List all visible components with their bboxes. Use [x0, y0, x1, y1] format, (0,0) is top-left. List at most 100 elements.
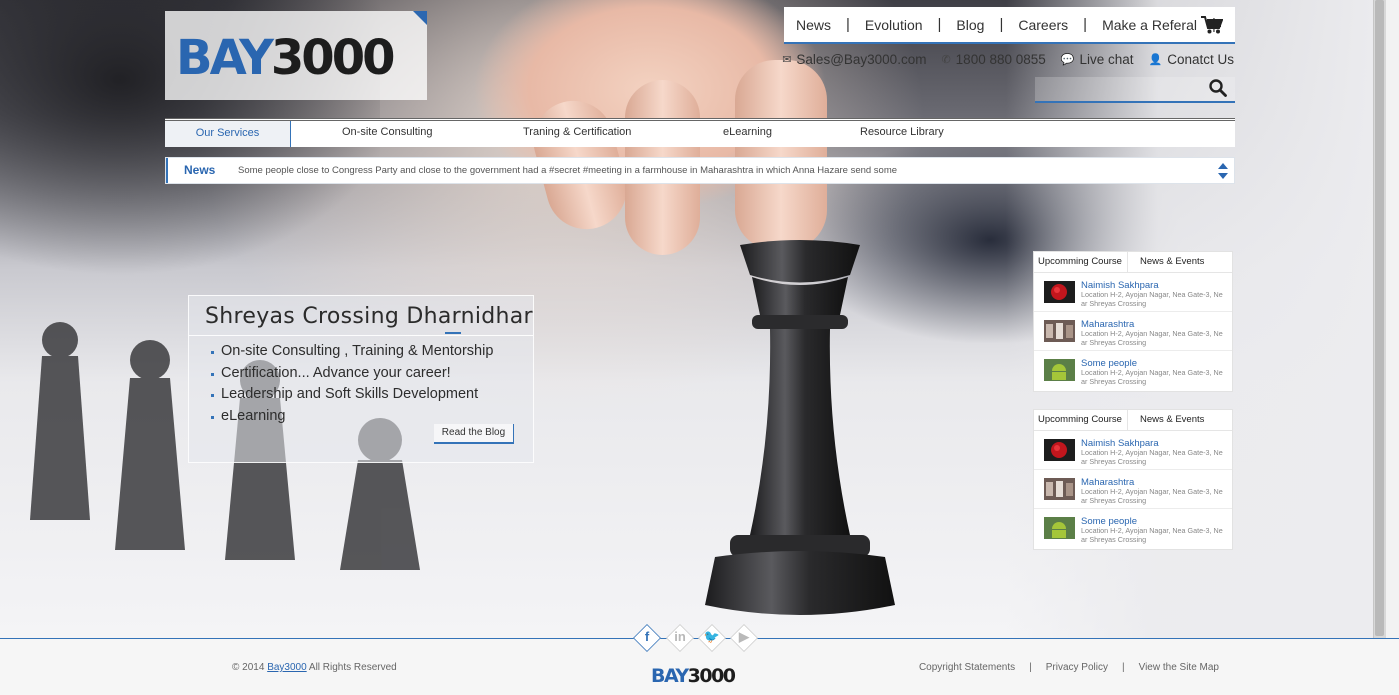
- twitter-icon[interactable]: 🐦: [698, 624, 726, 652]
- crowd-thumbnail: [1044, 478, 1075, 500]
- entry-location: Location H-2, Ayojan Nagar, Nea Gate-3, …: [1081, 448, 1223, 466]
- logo-corner-accent: [413, 11, 427, 25]
- twitter-glyph: 🐦: [703, 629, 721, 644]
- copyright-suffix: All Rights Reserved: [308, 662, 397, 673]
- envelope-icon: ✉: [782, 54, 792, 66]
- list-item[interactable]: Some people Location H-2, Ayojan Nagar, …: [1034, 351, 1232, 390]
- tab-news-events[interactable]: News & Events: [1128, 252, 1208, 272]
- live-chat-link[interactable]: 💬 Live chat: [1061, 52, 1134, 67]
- android-thumbnail: [1044, 359, 1075, 381]
- entry-location: Location H-2, Ayojan Nagar, Nea Gate-3, …: [1081, 526, 1223, 544]
- feature-bullet: Leadership and Soft Skills Development: [211, 384, 493, 406]
- entry-location: Location H-2, Ayojan Nagar, Nea Gate-3, …: [1081, 487, 1223, 505]
- phone-icon: ✆: [941, 54, 951, 66]
- contact-us-text: Conatct Us: [1167, 52, 1234, 67]
- facebook-icon[interactable]: f: [633, 624, 661, 652]
- widget-tabs: Upcomming Course News & Events: [1034, 252, 1232, 273]
- feature-bullet: On-site Consulting , Training & Mentorsh…: [211, 341, 493, 363]
- crowd-thumbnail: [1044, 320, 1075, 342]
- feature-accent: [445, 332, 461, 334]
- widget-tabs: Upcomming Course News & Events: [1034, 410, 1232, 431]
- course-widget: Upcomming Course News & Events Naimish S…: [1033, 251, 1233, 392]
- nav-blog[interactable]: Blog: [956, 17, 984, 33]
- nav-separator: |: [846, 16, 850, 33]
- footer-link-privacy[interactable]: Privacy Policy: [1046, 662, 1108, 673]
- cart-icon[interactable]: [1201, 16, 1223, 34]
- list-item[interactable]: Maharashtra Location H-2, Ayojan Nagar, …: [1034, 312, 1232, 351]
- logo-text: BAY3000: [176, 30, 396, 86]
- feature-title: Shreyas Crossing Dharnidhar: [205, 304, 533, 329]
- list-item[interactable]: Maharashtra Location H-2, Ayojan Nagar, …: [1034, 470, 1232, 509]
- read-blog-button[interactable]: Read the Blog: [434, 424, 514, 444]
- tab-upcoming-course[interactable]: Upcomming Course: [1034, 252, 1128, 272]
- scrollbar-thumb[interactable]: [1375, 0, 1384, 636]
- services-item-onsite-consulting[interactable]: On-site Consulting: [342, 126, 433, 138]
- footer-separator: |: [1121, 662, 1125, 673]
- list-item[interactable]: Some people Location H-2, Ayojan Nagar, …: [1034, 509, 1232, 548]
- logo-text-blue: BAY: [176, 30, 274, 86]
- thumb-image: [735, 60, 827, 250]
- nav-evolution[interactable]: Evolution: [865, 17, 923, 33]
- copyright-link[interactable]: Bay3000: [267, 662, 306, 673]
- contact-email[interactable]: ✉ Sales@Bay3000.com: [782, 52, 926, 67]
- facebook-glyph: f: [644, 629, 650, 644]
- nav-separator: |: [1083, 16, 1088, 33]
- youtube-glyph: ▶: [739, 629, 749, 644]
- entry-location: Location H-2, Ayojan Nagar, Nea Gate-3, …: [1081, 290, 1223, 308]
- search-icon[interactable]: [1209, 79, 1227, 97]
- ticker-text[interactable]: Some people close to Congress Party and …: [238, 158, 897, 183]
- rose-thumbnail: [1044, 439, 1075, 461]
- footer-link-copyright[interactable]: Copyright Statements: [919, 662, 1015, 673]
- footer-separator: |: [1029, 662, 1032, 673]
- tab-upcoming-course[interactable]: Upcomming Course: [1034, 410, 1128, 430]
- nav-separator: |: [937, 16, 942, 33]
- android-thumbnail: [1044, 517, 1075, 539]
- list-item[interactable]: Naimish Sakhpara Location H-2, Ayojan Na…: [1034, 431, 1232, 470]
- site-logo[interactable]: BAY3000: [165, 11, 427, 100]
- copyright-text: © 2014 Bay3000 All Rights Reserved: [232, 662, 397, 673]
- copyright-prefix: © 2014: [232, 662, 265, 673]
- feature-divider: [189, 335, 533, 336]
- feature-list: On-site Consulting , Training & Mentorsh…: [211, 341, 493, 428]
- search-input[interactable]: [1035, 77, 1235, 103]
- footer-logo-black: 3000: [687, 665, 736, 687]
- youtube-icon[interactable]: ▶: [730, 624, 758, 652]
- logo-text-black: 3000: [270, 30, 396, 86]
- tab-news-events[interactable]: News & Events: [1128, 410, 1208, 430]
- news-ticker: News Some people close to Congress Party…: [165, 157, 1235, 184]
- feature-bullet: Certification... Advance your career!: [211, 363, 493, 385]
- contact-us-link[interactable]: 👤 Conatct Us: [1149, 52, 1234, 67]
- contact-phone[interactable]: ✆ 1800 880 0855: [941, 52, 1045, 67]
- services-item-elearning[interactable]: eLearning: [723, 126, 772, 138]
- contact-row: ✉ Sales@Bay3000.com ✆ 1800 880 0855 💬 Live …: [782, 52, 1234, 67]
- services-item-training-certification[interactable]: Traning & Certification: [523, 126, 631, 138]
- footer-logo[interactable]: BAY3000: [651, 665, 736, 687]
- linkedin-icon[interactable]: in: [666, 624, 694, 652]
- services-menu: Our Services On-site Consulting Traning …: [165, 118, 1235, 147]
- user-icon: 👤: [1148, 54, 1163, 66]
- phone-text: 1800 880 0855: [955, 52, 1046, 67]
- top-navigation: News | Evolution | Blog | Careers | Make a R…: [784, 7, 1235, 44]
- services-item-our-services[interactable]: Our Services: [165, 121, 291, 147]
- chess-queen-image: [705, 240, 895, 615]
- nav-separator: |: [999, 16, 1004, 33]
- list-item[interactable]: Naimish Sakhpara Location H-2, Ayojan Na…: [1034, 273, 1232, 312]
- entry-location: Location H-2, Ayojan Nagar, Nea Gate-3, …: [1081, 368, 1223, 386]
- course-widget: Upcomming Course News & Events Naimish S…: [1033, 409, 1233, 550]
- chat-icon: 💬: [1060, 54, 1075, 66]
- email-text: Sales@Bay3000.com: [796, 52, 927, 67]
- entry-location: Location H-2, Ayojan Nagar, Nea Gate-3, …: [1081, 329, 1223, 347]
- page-scrollbar[interactable]: [1373, 0, 1386, 638]
- nav-make-referral[interactable]: Make a Referal: [1102, 17, 1197, 33]
- linkedin-glyph: in: [674, 629, 686, 644]
- services-item-resource-library[interactable]: Resource Library: [860, 126, 944, 138]
- rose-thumbnail: [1044, 281, 1075, 303]
- live-chat-text: Live chat: [1079, 52, 1134, 67]
- nav-careers[interactable]: Careers: [1018, 17, 1068, 33]
- ticker-arrows-icon[interactable]: [1218, 163, 1228, 179]
- footer-link-sitemap[interactable]: View the Site Map: [1139, 662, 1219, 673]
- footer-links: Copyright Statements | Privacy Policy | Vi…: [919, 662, 1219, 673]
- ticker-label: News: [166, 158, 226, 183]
- footer-logo-blue: BAY: [651, 665, 689, 687]
- nav-news[interactable]: News: [796, 17, 831, 33]
